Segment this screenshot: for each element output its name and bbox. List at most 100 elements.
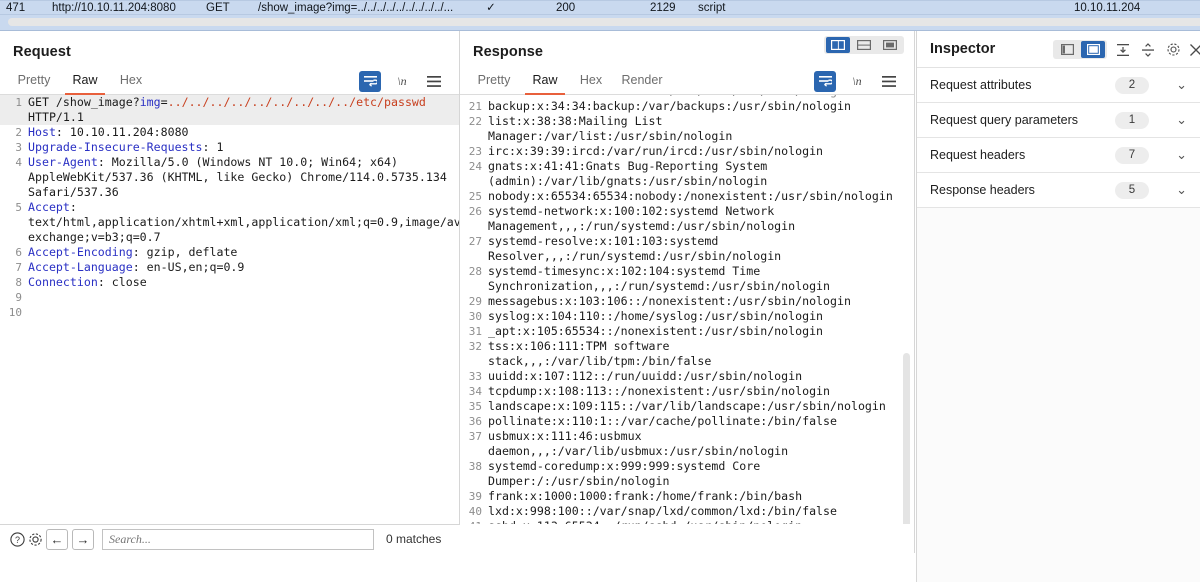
close-icon[interactable] (1186, 40, 1200, 59)
word-wrap-icon[interactable] (814, 71, 836, 92)
expand-all-icon[interactable] (1138, 40, 1158, 59)
code-token: syslog:x:104:110::/home/syslog:/usr/sbin… (488, 309, 824, 323)
line-number: 38 (468, 460, 482, 473)
code-token: : 10.10.11.204:8080 (55, 125, 189, 139)
code-token: irc:x:39:39:ircd:/var/run/ircd:/usr/sbin… (488, 144, 824, 158)
table-row[interactable]: 471 http://10.10.11.204:8080 GET /show_i… (0, 0, 1200, 15)
inspector-section-request-attributes[interactable]: Request attributes 2 ⌄ (917, 68, 1200, 103)
chevron-down-icon[interactable]: ⌄ (1176, 138, 1187, 173)
inspector-section-request-query-parameters[interactable]: Request query parameters 1 ⌄ (917, 103, 1200, 138)
line-number: 27 (468, 235, 482, 248)
code-line: 1 GET /show_image?img=../../../../../../.… (0, 95, 459, 125)
line-number: 4 (15, 156, 22, 169)
code-token: pollinate:x:110:1::/var/cache/pollinate:… (488, 414, 838, 428)
line-number: 33 (468, 370, 482, 383)
chevron-down-icon[interactable]: ⌄ (1176, 68, 1187, 103)
split-vertical-icon[interactable] (826, 37, 850, 53)
code-token: tcpdump:x:108:113::/nonexistent:/usr/sbi… (488, 384, 831, 398)
line-number: 39 (468, 490, 482, 503)
line-number: 8 (15, 276, 22, 289)
gear-icon[interactable] (1163, 40, 1183, 59)
inspector-section-response-headers[interactable]: Response headers 5 ⌄ (917, 173, 1200, 208)
code-token: backup:x:34:34:backup:/var/backups:/usr/… (488, 99, 851, 113)
settings-icon[interactable] (26, 530, 45, 549)
code-line: 23 irc:x:39:39:ircd:/var/run/ircd:/usr/sb… (460, 144, 898, 159)
request-editor[interactable]: 1 GET /show_image?img=../../../../../../.… (0, 95, 459, 524)
side-panel-icon[interactable] (1055, 41, 1079, 58)
search-input[interactable] (102, 529, 374, 550)
code-line: 34 tcpdump:x:108:113::/nonexistent:/usr/s… (460, 384, 898, 399)
code-line: 37 usbmux:x:111:46:usbmux daemon,,,:/var/… (460, 429, 898, 459)
line-number: 7 (15, 261, 22, 274)
code-line: 6 Accept-Encoding: gzip, deflate (0, 245, 459, 260)
code-token: list:x:38:38:Mailing List Manager:/var/l… (488, 114, 733, 143)
line-number: 35 (468, 400, 482, 413)
code-token: Upgrade-Insecure-Requests (28, 140, 203, 154)
code-token: systemd-resolve:x:101:103:systemd Resolv… (488, 234, 782, 263)
code-line: 8 Connection: close (0, 275, 459, 290)
bottom-panel-icon[interactable] (1081, 41, 1105, 58)
code-line: 26 systemd-network:x:100:102:systemd Netw… (460, 204, 898, 234)
response-tab-bar: Pretty Raw Hex Render \n (460, 68, 914, 95)
line-number: 41 (460, 519, 482, 524)
newline-icon[interactable]: \n (846, 71, 868, 92)
code-token: : close (97, 275, 147, 289)
inspector-section-count: 5 (1115, 182, 1149, 199)
history-horizontal-scrollbar[interactable] (0, 17, 1200, 27)
code-line: 21 backup:x:34:34:backup:/var/backups:/us… (460, 99, 898, 114)
newline-icon[interactable]: \n (391, 71, 413, 92)
tab-render[interactable]: Render (612, 68, 672, 95)
response-vertical-scrollbar[interactable] (903, 353, 910, 524)
line-number: 22 (468, 115, 482, 128)
code-token: sshd:x:113:65534::/run/sshd:/usr/sbin/no… (488, 519, 802, 524)
code-token: messagebus:x:103:106::/nonexistent:/usr/… (488, 294, 851, 308)
chevron-down-icon[interactable]: ⌄ (1176, 173, 1187, 208)
tab-hex[interactable]: Hex (570, 68, 612, 95)
request-code: 1 GET /show_image?img=../../../../../../.… (0, 95, 459, 320)
menu-icon[interactable] (878, 71, 900, 92)
code-line: 29 messagebus:x:103:106::/nonexistent:/us… (460, 294, 898, 309)
split-horizontal-icon[interactable] (852, 37, 876, 53)
code-line: 39 frank:x:1000:1000:frank:/home/frank:/b… (460, 489, 898, 504)
tab-raw[interactable]: Raw (522, 68, 568, 95)
code-token: img (139, 95, 161, 109)
chevron-down-icon[interactable]: ⌄ (1176, 103, 1187, 138)
code-token: Accept (28, 200, 70, 214)
inspector-section-count: 7 (1115, 147, 1149, 164)
response-panel-title: Response (473, 44, 544, 60)
code-line: 41 sshd:x:113:65534::/run/sshd:/usr/sbin/… (460, 519, 898, 524)
code-token: Connection (28, 275, 98, 289)
scrollbar-thumb[interactable] (8, 18, 1200, 26)
code-line: 2 Host: 10.10.11.204:8080 (0, 125, 459, 140)
request-search-bar: ? ← → 0 matches (0, 524, 460, 553)
code-token: tss:x:106:111:TPM software stack,,,:/var… (488, 339, 712, 368)
code-line: 10​ (0, 305, 459, 320)
tab-hex[interactable]: Hex (110, 68, 152, 95)
prev-match-icon[interactable]: ← (46, 529, 68, 550)
code-line: 25 nobody:x:65534:65534:nobody:/nonexiste… (460, 189, 898, 204)
inspector-section-request-headers[interactable]: Request headers 7 ⌄ (917, 138, 1200, 173)
tab-raw[interactable]: Raw (62, 68, 108, 95)
line-number: 30 (468, 310, 482, 323)
line-number: 3 (15, 141, 22, 154)
word-wrap-icon[interactable] (359, 71, 381, 92)
tab-pretty[interactable]: Pretty (6, 68, 62, 95)
help-icon[interactable]: ? (8, 530, 27, 549)
line-number: 23 (468, 145, 482, 158)
single-pane-icon[interactable] (878, 37, 902, 53)
response-editor[interactable]: 20www-data:x:33:33:www-data:/var/www:/us… (460, 95, 914, 524)
next-match-icon[interactable]: → (72, 529, 94, 550)
line-number: 40 (468, 505, 482, 518)
response-tab-icons: \n (798, 71, 908, 93)
code-token: : 1 (202, 140, 224, 154)
code-token: systemd-coredump:x:999:999:systemd Core … (488, 459, 768, 488)
tab-pretty[interactable]: Pretty (466, 68, 522, 95)
row-mime-type: script (698, 2, 726, 14)
code-token: systemd-network:x:100:102:systemd Networ… (488, 204, 796, 233)
match-count: 0 matches (386, 532, 442, 546)
code-line: 4 User-Agent: Mozilla/5.0 (Windows NT 10.… (0, 155, 459, 200)
menu-icon[interactable] (423, 71, 445, 92)
code-line: 3 Upgrade-Insecure-Requests: 1 (0, 140, 459, 155)
request-panel: Request Pretty Raw Hex \n 1 GET /show_ima… (0, 31, 460, 553)
collapse-all-icon[interactable] (1113, 40, 1133, 59)
